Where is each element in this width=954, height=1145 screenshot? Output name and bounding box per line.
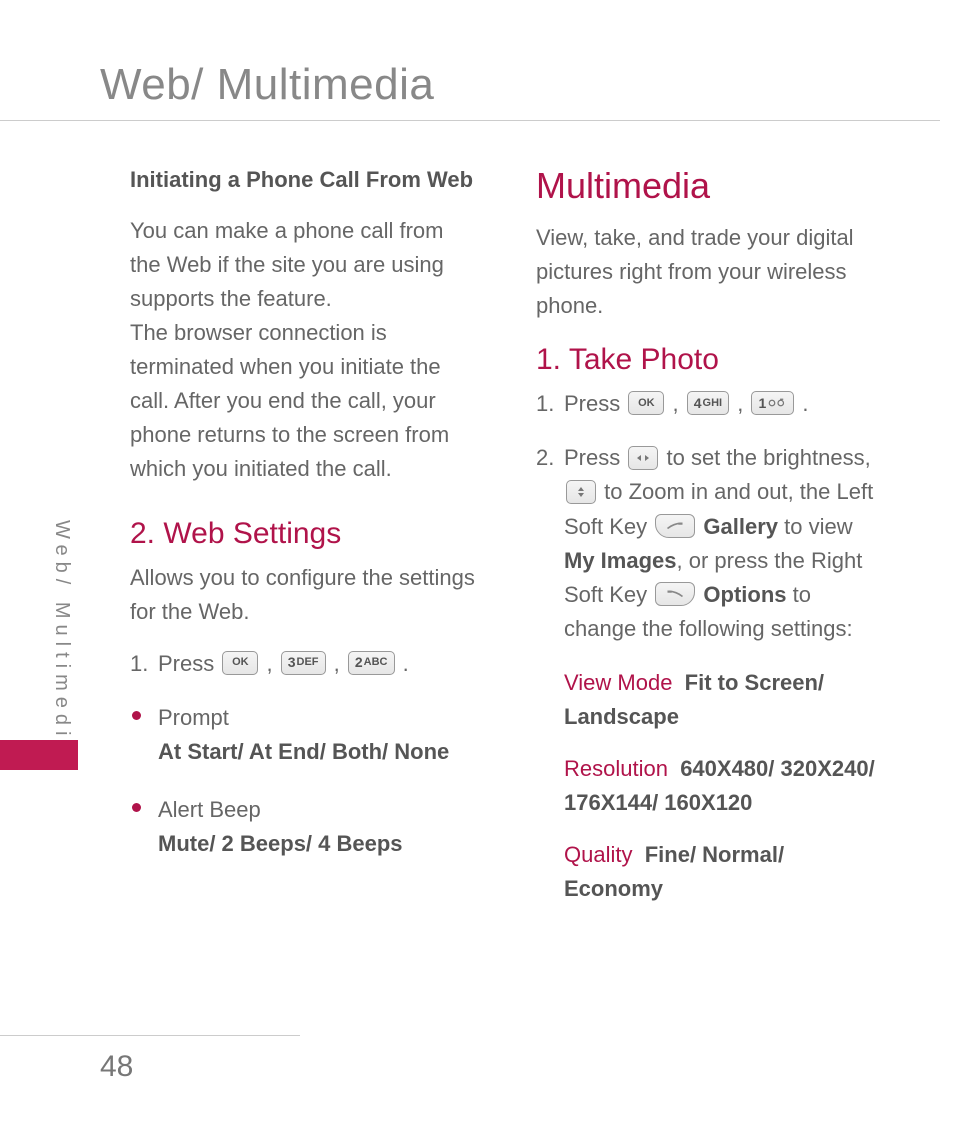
ok-key-icon: OK <box>628 391 664 415</box>
left-soft-key-icon <box>655 514 695 538</box>
option-alert-beep-values: Mute/ 2 Beeps/ 4 Beeps <box>158 831 403 856</box>
setting-quality-name: Quality <box>564 842 632 867</box>
text-gallery: Gallery <box>703 514 778 539</box>
para-initiating-call: You can make a phone call from the Web i… <box>130 214 480 487</box>
nav-left-right-icon <box>628 446 658 470</box>
text-period: . <box>802 391 808 416</box>
option-prompt-title: Prompt <box>158 705 229 730</box>
text-press: Press <box>564 391 626 416</box>
page-title: Web/ Multimedia <box>100 60 434 110</box>
option-alert-beep-title: Alert Beep <box>158 797 261 822</box>
setting-resolution: Resolution 640X480/ 320X240/ 176X144/ 16… <box>536 752 886 820</box>
page-number: 48 <box>100 1050 133 1084</box>
text-to-view: to view <box>784 514 852 539</box>
right-column: Multimedia View, take, and trade your di… <box>536 165 886 925</box>
text-comma: , <box>737 391 749 416</box>
setting-view-mode-name: View Mode <box>564 670 672 695</box>
text-period: . <box>403 651 409 676</box>
heading-multimedia: Multimedia <box>536 165 886 207</box>
key-2-icon: 2ABC <box>348 651 395 675</box>
right-soft-key-icon <box>655 582 695 606</box>
text-comma: , <box>266 651 278 676</box>
key-3-icon: 3DEF <box>281 651 326 675</box>
text-comma: , <box>672 391 684 416</box>
option-prompt-values: At Start/ At End/ Both/ None <box>158 739 449 764</box>
option-alert-beep: Alert Beep Mute/ 2 Beeps/ 4 Beeps <box>130 793 480 861</box>
take-photo-step-1: Press OK , 4GHI , 1 . <box>536 387 886 421</box>
title-rule <box>0 120 940 121</box>
take-photo-steps: Press OK , 4GHI , 1 . Press to set the b… <box>536 387 886 646</box>
content-columns: Initiating a Phone Call From Web You can… <box>130 165 886 925</box>
option-prompt: Prompt At Start/ At End/ Both/ None <box>130 701 480 769</box>
subhead-initiating-call: Initiating a Phone Call From Web <box>130 165 480 196</box>
key-1-icon: 1 <box>751 391 794 415</box>
web-settings-steps: Press OK , 3DEF , 2ABC . <box>130 647 480 681</box>
setting-view-mode: View Mode Fit to Screen/ Landscape <box>536 666 886 734</box>
web-settings-options: Prompt At Start/ At End/ Both/ None Aler… <box>130 701 480 861</box>
ok-key-icon: OK <box>222 651 258 675</box>
text-brightness: to set the brightness, <box>666 445 870 470</box>
left-column: Initiating a Phone Call From Web You can… <box>130 165 480 925</box>
take-photo-step-2: Press to set the brightness, to Zoom in … <box>536 441 886 646</box>
text-my-images: My Images <box>564 548 677 573</box>
web-settings-step-1: Press OK , 3DEF , 2ABC . <box>130 647 480 681</box>
text-press: Press <box>564 445 626 470</box>
setting-quality: Quality Fine/ Normal/ Economy <box>536 838 886 906</box>
key-4-icon: 4GHI <box>687 391 729 415</box>
side-tab-marker <box>0 740 78 770</box>
side-tab-label: Web/ Multimedia <box>50 520 73 759</box>
heading-take-photo: 1. Take Photo <box>536 343 886 377</box>
nav-up-down-icon <box>566 480 596 504</box>
heading-web-settings: 2. Web Settings <box>130 517 480 551</box>
text-press: Press <box>158 651 220 676</box>
setting-resolution-name: Resolution <box>564 756 668 781</box>
footer-rule <box>0 1035 300 1036</box>
text-options: Options <box>703 582 786 607</box>
para-multimedia-intro: View, take, and trade your digital pictu… <box>536 221 886 323</box>
para-web-settings-intro: Allows you to configure the settings for… <box>130 561 480 629</box>
text-comma: , <box>334 651 346 676</box>
